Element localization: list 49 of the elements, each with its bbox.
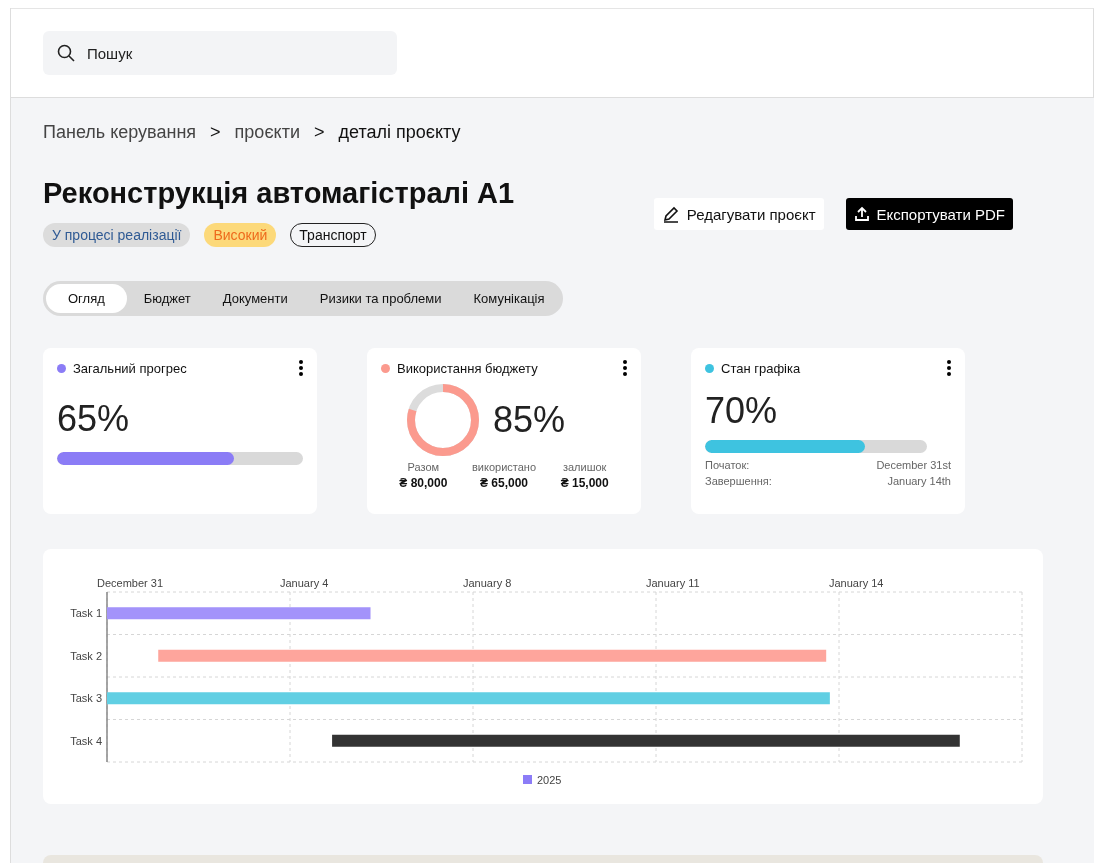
breadcrumb-link[interactable]: деталі проєкту [338,122,461,143]
date-value: January 14th [887,475,951,487]
breadcrumb-link[interactable]: Панель керування [43,122,197,143]
tag: Високий [204,223,277,247]
task-label: Task 1 [70,607,102,620]
date-label: Початок: [705,459,750,471]
stat-value: ₴ 65,000 [479,476,528,490]
tab[interactable]: Огляд [46,284,127,313]
search-input[interactable]: Пошук [85,43,397,63]
tag: У процесі реалізації [43,223,191,247]
chevron-icon: > [313,122,325,143]
pencil-icon [661,205,680,223]
action-button[interactable]: Експортувати PDF [845,198,1013,230]
task-label: Task 2 [70,649,102,662]
chevron-icon: > [210,122,221,143]
more-icon[interactable] [623,360,627,376]
stat-label: Разом [407,461,440,473]
search-icon [57,44,75,62]
card-title: Загальний прогрес [73,360,187,376]
tab[interactable]: Документи [207,284,303,313]
date-value: December 31st [876,459,951,471]
metric-value: 85% [493,399,566,441]
stat-value: ₴ 15,000 [560,476,609,490]
stat-label: залишок [562,461,607,473]
task-label: Task 3 [70,692,102,705]
date-label: January 11 [646,577,700,589]
action-button[interactable]: Редагувати проєкт [653,198,824,230]
date-label: Завершення: [705,475,772,487]
legend-label: 2025 [537,774,562,786]
date-label: December 31 [97,577,164,589]
tab[interactable]: Ризики та проблеми [304,284,457,313]
search-field[interactable]: Пошук [43,31,397,75]
stat-value: ₴ 80,000 [399,476,448,490]
more-icon[interactable] [299,360,303,376]
breadcrumb-link[interactable]: проєкти [234,122,300,143]
more-icon[interactable] [947,360,951,376]
metric-value: 70% [705,390,779,432]
date-label: January 14 [829,577,884,589]
card-title: Стан графіка [721,360,801,376]
project-title: Реконструкція автомагістралі A1 [43,177,515,210]
date-label: January 8 [463,577,512,589]
tab[interactable]: Комунікація [458,284,560,313]
card-title: Використання бюджету [397,360,538,376]
task-label: Task 4 [70,734,102,747]
metric-value: 65% [57,398,131,440]
tab[interactable]: Бюджет [128,284,206,313]
upload-icon [853,206,870,222]
stat-label: використано [472,461,536,473]
date-label: January 4 [280,577,329,589]
